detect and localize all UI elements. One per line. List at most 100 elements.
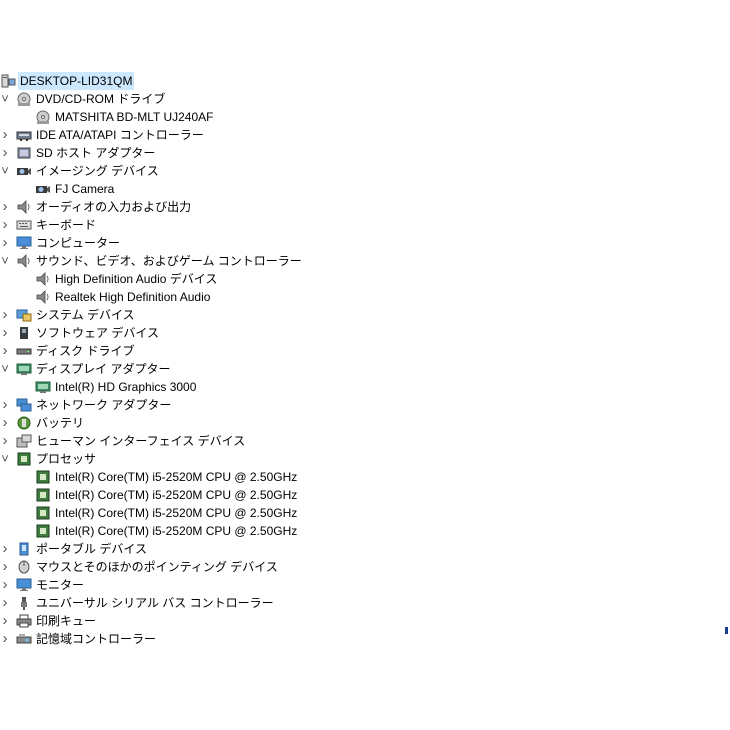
computer-icon — [0, 74, 16, 88]
monitor-icon — [16, 236, 32, 250]
disc-icon — [35, 110, 51, 124]
chevron-down-icon[interactable]: ˅ — [0, 252, 11, 270]
chevron-right-icon[interactable]: › — [0, 342, 11, 360]
disk-icon — [16, 344, 32, 358]
device-category-node[interactable]: › SD ホスト アダプター — [0, 144, 730, 162]
chevron-right-icon[interactable]: › — [0, 324, 11, 342]
chevron-down-icon[interactable]: ˅ — [0, 360, 11, 378]
chevron-down-icon[interactable]: ˅ — [0, 90, 11, 108]
disc-icon — [16, 92, 32, 106]
sd-icon — [16, 146, 32, 160]
node-label: Intel(R) Core(TM) i5-2520M CPU @ 2.50GHz — [55, 470, 298, 484]
device-category-node[interactable]: › マウスとそのほかのポインティング デバイス — [0, 558, 730, 576]
chevron-right-icon[interactable]: › — [0, 432, 11, 450]
device-category-node[interactable]: ˅ ディスプレイ アダプター — [0, 360, 730, 378]
usb-icon — [16, 596, 32, 610]
battery-icon — [16, 416, 32, 430]
node-label: ユニバーサル シリアル バス コントローラー — [36, 596, 274, 610]
display-icon — [16, 362, 32, 376]
chevron-right-icon[interactable]: › — [0, 630, 11, 648]
node-label: 印刷キュー — [36, 614, 97, 628]
storage-icon — [16, 632, 32, 646]
tree-root-node[interactable]: DESKTOP-LID31QM — [0, 72, 730, 90]
keyboard-icon — [16, 218, 32, 232]
device-category-node[interactable]: › ヒューマン インターフェイス デバイス — [0, 432, 730, 450]
device-category-node[interactable]: ˅ DVD/CD-ROM ドライブ — [0, 90, 730, 108]
device-node[interactable]: Intel(R) Core(TM) i5-2520M CPU @ 2.50GHz — [0, 468, 730, 486]
device-category-node[interactable]: › IDE ATA/ATAPI コントローラー — [0, 126, 730, 144]
monitor-icon — [16, 578, 32, 592]
node-label: Intel(R) HD Graphics 3000 — [55, 380, 197, 394]
cpu-icon — [35, 506, 51, 520]
node-label: モニター — [36, 578, 85, 592]
device-node[interactable]: Realtek High Definition Audio — [0, 288, 730, 306]
system-icon — [16, 308, 32, 322]
node-label: Realtek High Definition Audio — [55, 290, 211, 304]
node-label: Intel(R) Core(TM) i5-2520M CPU @ 2.50GHz — [55, 524, 298, 538]
device-category-node[interactable]: ˅ サウンド、ビデオ、およびゲーム コントローラー — [0, 252, 730, 270]
device-category-node[interactable]: › ポータブル デバイス — [0, 540, 730, 558]
node-label: オーディオの入力および出力 — [36, 200, 192, 214]
chevron-right-icon[interactable]: › — [0, 414, 11, 432]
chevron-right-icon[interactable]: › — [0, 234, 11, 252]
device-category-node[interactable]: › 記憶域コントローラー — [0, 630, 730, 648]
camera-icon — [16, 164, 32, 178]
chevron-right-icon[interactable]: › — [0, 306, 11, 324]
chevron-right-icon[interactable]: › — [0, 216, 11, 234]
node-label: IDE ATA/ATAPI コントローラー — [36, 128, 204, 142]
chevron-right-icon[interactable]: › — [0, 558, 11, 576]
device-node[interactable]: Intel(R) HD Graphics 3000 — [0, 378, 730, 396]
node-label: キーボード — [36, 218, 97, 232]
device-node[interactable]: Intel(R) Core(TM) i5-2520M CPU @ 2.50GHz — [0, 486, 730, 504]
device-node[interactable]: High Definition Audio デバイス — [0, 270, 730, 288]
device-category-node[interactable]: › キーボード — [0, 216, 730, 234]
device-category-node[interactable]: › ソフトウェア デバイス — [0, 324, 730, 342]
node-label: 記憶域コントローラー — [36, 632, 157, 646]
chevron-right-icon[interactable]: › — [0, 576, 11, 594]
device-category-node[interactable]: › ネットワーク アダプター — [0, 396, 730, 414]
device-category-node[interactable]: › モニター — [0, 576, 730, 594]
device-node[interactable]: Intel(R) Core(TM) i5-2520M CPU @ 2.50GHz — [0, 504, 730, 522]
hid-icon — [16, 434, 32, 448]
node-label: ネットワーク アダプター — [36, 398, 172, 412]
chevron-right-icon[interactable]: › — [0, 612, 11, 630]
device-category-node[interactable]: › バッテリ — [0, 414, 730, 432]
cpu-icon — [16, 452, 32, 466]
device-category-node[interactable]: › 印刷キュー — [0, 612, 730, 630]
device-category-node[interactable]: › コンピューター — [0, 234, 730, 252]
device-category-node[interactable]: › オーディオの入力および出力 — [0, 198, 730, 216]
node-label: ディスク ドライブ — [36, 344, 135, 358]
device-node[interactable]: MATSHITA BD-MLT UJ240AF — [0, 108, 730, 126]
chevron-down-icon[interactable]: ˅ — [0, 450, 11, 468]
chevron-right-icon[interactable]: › — [0, 396, 11, 414]
node-label: Intel(R) Core(TM) i5-2520M CPU @ 2.50GHz — [55, 506, 298, 520]
cpu-icon — [35, 470, 51, 484]
chevron-right-icon[interactable]: › — [0, 198, 11, 216]
chevron-right-icon[interactable]: › — [0, 540, 11, 558]
speaker-icon — [35, 272, 51, 286]
device-node[interactable]: FJ Camera — [0, 180, 730, 198]
device-category-node[interactable]: ˅ イメージング デバイス — [0, 162, 730, 180]
node-label: MATSHITA BD-MLT UJ240AF — [55, 110, 214, 124]
software-icon — [16, 326, 32, 340]
speaker-icon — [35, 290, 51, 304]
portable-icon — [16, 542, 32, 556]
node-label: ソフトウェア デバイス — [36, 326, 159, 340]
node-label: マウスとそのほかのポインティング デバイス — [36, 560, 278, 574]
device-category-node[interactable]: › システム デバイス — [0, 306, 730, 324]
node-label: FJ Camera — [55, 182, 115, 196]
device-category-node[interactable]: ˅ プロセッサ — [0, 450, 730, 468]
device-node[interactable]: Intel(R) Core(TM) i5-2520M CPU @ 2.50GHz — [0, 522, 730, 540]
scroll-edge-mark — [725, 627, 728, 634]
chevron-right-icon[interactable]: › — [0, 144, 11, 162]
chevron-right-icon[interactable]: › — [0, 126, 11, 144]
node-label: DESKTOP-LID31QM — [18, 72, 135, 90]
device-category-node[interactable]: › ディスク ドライブ — [0, 342, 730, 360]
device-category-node[interactable]: › ユニバーサル シリアル バス コントローラー — [0, 594, 730, 612]
mouse-icon — [16, 560, 32, 574]
node-label: バッテリ — [36, 416, 85, 430]
node-label: Intel(R) Core(TM) i5-2520M CPU @ 2.50GHz — [55, 488, 298, 502]
chevron-down-icon[interactable]: ˅ — [0, 162, 11, 180]
cpu-icon — [35, 488, 51, 502]
chevron-right-icon[interactable]: › — [0, 594, 11, 612]
